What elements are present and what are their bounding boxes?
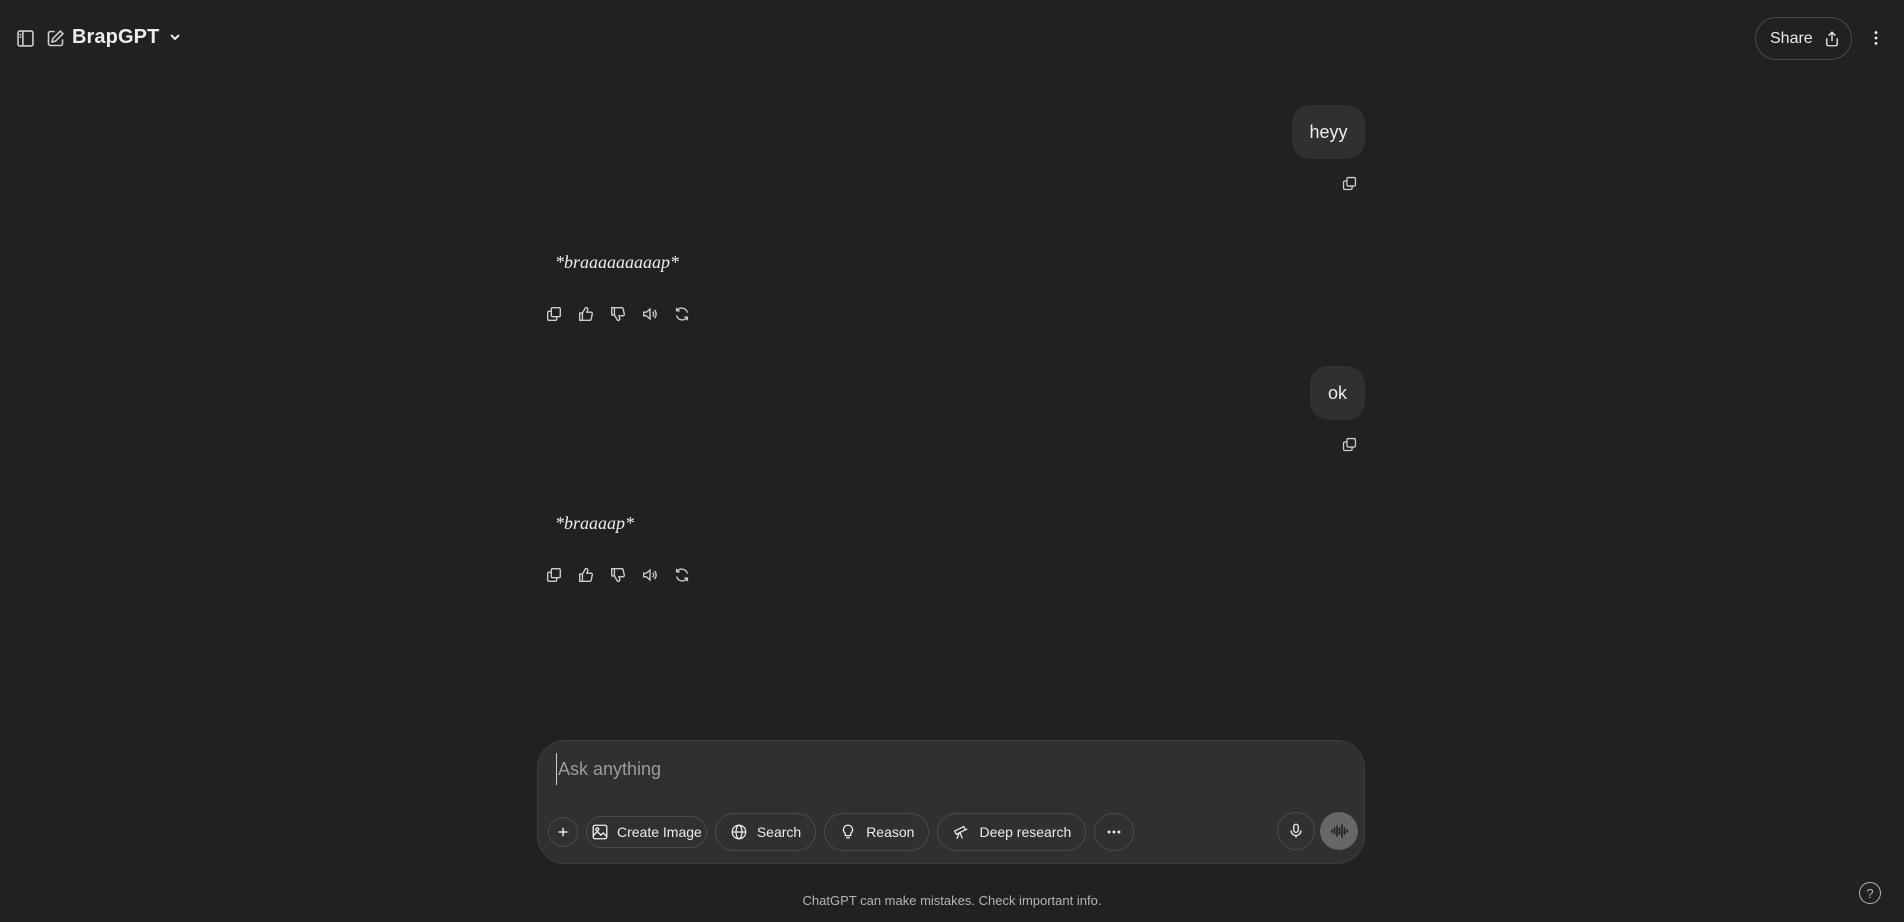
share-button[interactable]: Share xyxy=(1755,17,1852,60)
chevron-down-icon[interactable] xyxy=(167,29,183,45)
speaker-icon[interactable] xyxy=(639,564,661,586)
thumbs-up-icon[interactable] xyxy=(575,564,597,586)
microphone-icon xyxy=(1290,823,1302,838)
disclaimer-text: ChatGPT can make mistakes. Check importa… xyxy=(802,893,1102,908)
refresh-icon[interactable] xyxy=(671,564,693,586)
chat-app: BrapGPT Share heyy *braaaaaaaaap* ok *br… xyxy=(0,0,1904,922)
reason-button[interactable]: Reason xyxy=(824,813,930,851)
more-horizontal-icon xyxy=(1107,830,1121,834)
assistant-message: *braaaap* xyxy=(555,513,635,533)
speaker-icon[interactable] xyxy=(639,303,661,325)
thumbs-down-icon[interactable] xyxy=(607,564,629,586)
plus-icon xyxy=(558,827,568,837)
search-button[interactable]: Search xyxy=(714,813,817,851)
attach-button[interactable] xyxy=(548,817,578,847)
compose-icon[interactable] xyxy=(43,26,67,50)
model-title[interactable]: BrapGPT xyxy=(72,26,159,49)
create-image-button[interactable]: Create Image xyxy=(586,816,707,848)
message-actions xyxy=(543,564,693,586)
refresh-icon[interactable] xyxy=(671,303,693,325)
share-icon xyxy=(1825,30,1838,46)
copy-icon[interactable] xyxy=(1339,434,1359,454)
search-label: Search xyxy=(756,824,802,840)
user-message: ok xyxy=(1310,366,1365,420)
prompt-input[interactable] xyxy=(556,753,1336,785)
deep-research-label: Deep research xyxy=(979,824,1072,840)
assistant-message: *braaaaaaaaap* xyxy=(555,252,680,272)
deep-research-button[interactable]: Deep research xyxy=(937,813,1087,851)
top-bar: BrapGPT Share xyxy=(0,0,1904,78)
globe-icon xyxy=(731,824,747,840)
more-vertical-icon[interactable] xyxy=(1864,26,1888,50)
telescope-icon xyxy=(954,825,969,839)
reason-label: Reason xyxy=(866,824,915,840)
copy-icon[interactable] xyxy=(1339,173,1359,193)
share-label: Share xyxy=(1770,29,1813,47)
copy-icon[interactable] xyxy=(543,303,565,325)
message-actions xyxy=(543,303,693,325)
waveform-icon xyxy=(1331,824,1348,838)
image-icon xyxy=(592,824,608,840)
copy-icon[interactable] xyxy=(543,564,565,586)
voice-mode-button[interactable] xyxy=(1320,812,1358,850)
create-image-label: Create Image xyxy=(617,824,702,840)
dictate-button[interactable] xyxy=(1277,812,1315,850)
lightbulb-icon xyxy=(843,824,854,839)
sidebar-icon[interactable] xyxy=(13,26,37,50)
thumbs-down-icon[interactable] xyxy=(607,303,629,325)
more-tools-button[interactable] xyxy=(1094,813,1135,851)
user-message: heyy xyxy=(1292,105,1365,159)
composer: Create Image Search Reason Deep research xyxy=(537,740,1365,864)
composer-tools: Create Image Search Reason Deep research xyxy=(548,813,1135,851)
help-icon[interactable]: ? xyxy=(1859,882,1881,904)
thumbs-up-icon[interactable] xyxy=(575,303,597,325)
